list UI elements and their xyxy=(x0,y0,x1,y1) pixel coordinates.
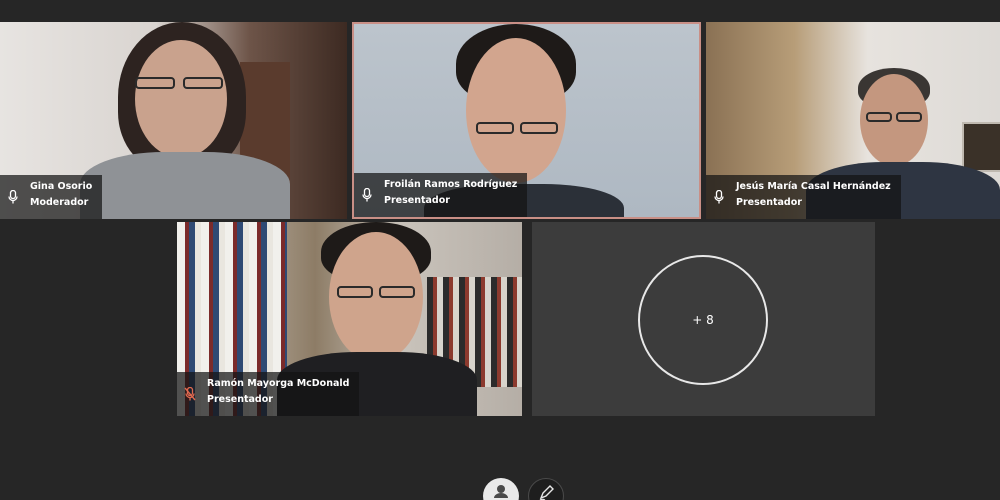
pen-icon xyxy=(539,485,554,500)
participant-label: Gina Osorio Moderador xyxy=(0,175,103,219)
participant-role: Presentador xyxy=(384,195,450,206)
participant-label: Jesús María Casal Hernández Presentador xyxy=(706,175,901,219)
microphone-icon xyxy=(358,177,376,213)
user-button[interactable] xyxy=(483,478,519,500)
more-participants-button[interactable]: + 8 xyxy=(638,255,768,385)
user-icon xyxy=(494,485,508,498)
participant-name: Jesús María Casal Hernández xyxy=(736,181,891,192)
video-tile-gina-osorio[interactable]: Gina Osorio Moderador xyxy=(0,22,347,219)
participant-name: Ramón Mayorga McDonald xyxy=(207,378,350,389)
participant-video xyxy=(80,22,300,219)
microphone-muted-icon xyxy=(181,376,199,412)
video-tile-ramon-mayorga-mcdonald[interactable]: Ramón Mayorga McDonald Presentador xyxy=(177,222,522,416)
microphone-icon xyxy=(4,179,22,215)
participant-role: Moderador xyxy=(30,197,89,208)
participant-role: Presentador xyxy=(736,197,802,208)
microphone-icon xyxy=(710,179,728,215)
annotate-button[interactable] xyxy=(528,478,564,500)
participant-name: Froilán Ramos Rodríguez xyxy=(384,179,518,190)
more-participants-count: + 8 xyxy=(692,313,714,327)
video-tile-jesus-maria-casal-hernandez[interactable]: Jesús María Casal Hernández Presentador xyxy=(706,22,1000,219)
overflow-participants-tile[interactable]: + 8 xyxy=(532,222,875,416)
participant-name: Gina Osorio xyxy=(30,181,93,192)
video-tile-froilan-ramos-rodriguez[interactable]: Froilán Ramos Rodríguez Presentador xyxy=(352,22,701,219)
participant-label: Ramón Mayorga McDonald Presentador xyxy=(177,372,360,416)
participant-role: Presentador xyxy=(207,394,273,405)
participant-label: Froilán Ramos Rodríguez Presentador xyxy=(354,173,528,217)
